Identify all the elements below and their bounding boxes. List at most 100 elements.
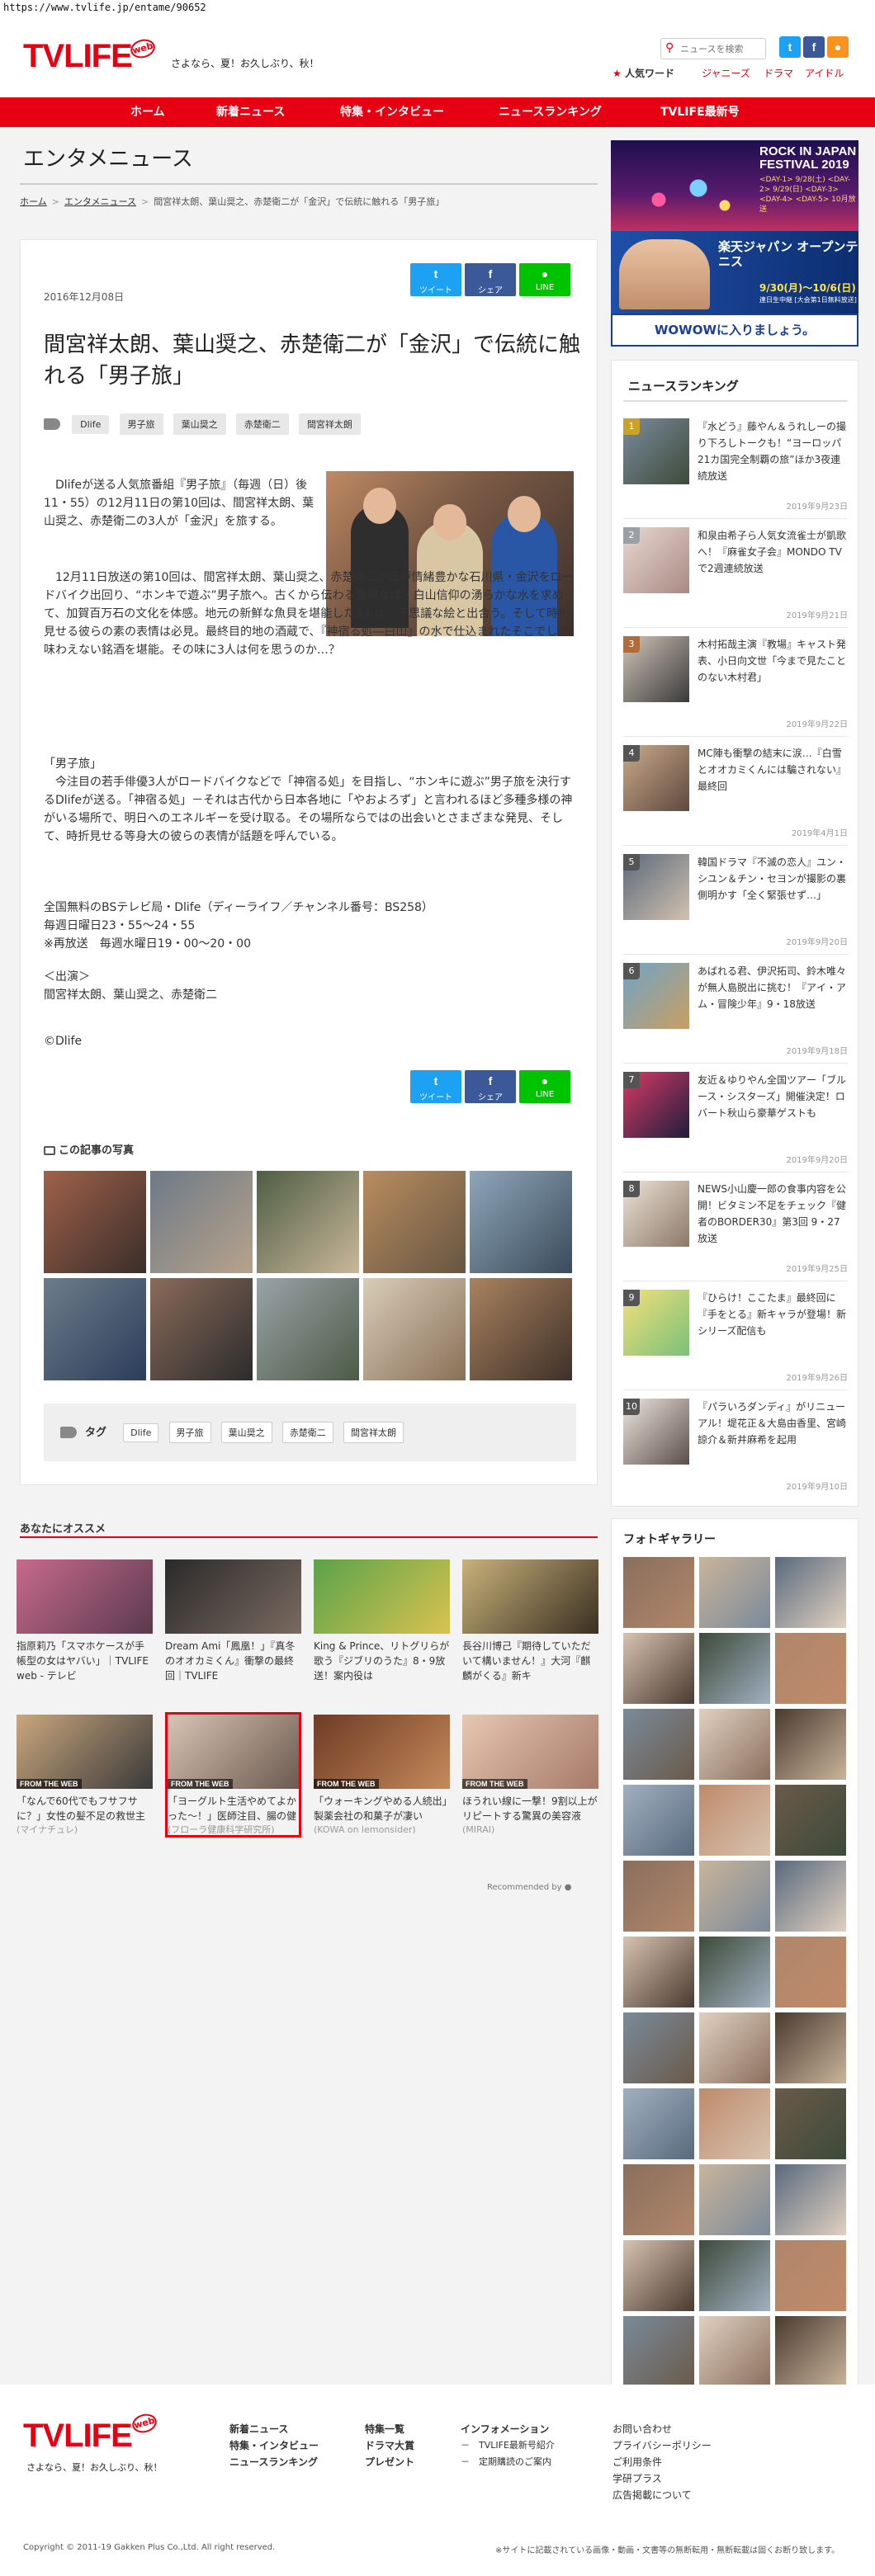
- photo-thumbnail[interactable]: [150, 1171, 253, 1273]
- breadcrumb-entame[interactable]: エンタメニュース: [64, 196, 136, 207]
- ranking-item[interactable]: 8 NEWS小山慶一郎の食事内容を公開！ビタミン不足をチェック『健者のBORDE…: [623, 1172, 848, 1281]
- gallery-photo[interactable]: [623, 1633, 694, 1704]
- gallery-photo[interactable]: [623, 1861, 694, 1932]
- gallery-photo[interactable]: [699, 2012, 770, 2083]
- gallery-photo[interactable]: [623, 1785, 694, 1856]
- facebook-share-button[interactable]: f シェア: [465, 1070, 516, 1103]
- tag-danshitabi[interactable]: 男子旅: [168, 1422, 211, 1443]
- recommendation-card[interactable]: 長谷川博己『期待していただいて構いません！』大河『麒麟がくる』新キ: [462, 1559, 598, 1683]
- nav-home[interactable]: ホーム: [130, 97, 165, 127]
- gallery-photo[interactable]: [699, 2316, 770, 2387]
- gallery-photo[interactable]: [775, 2012, 846, 2083]
- footer-link[interactable]: ニュースランキング: [229, 2454, 319, 2470]
- ranking-item[interactable]: 10 『パラいろダンディ』がリニューアル！堤花正＆大島由香里、宮崎諒介＆新井麻希…: [623, 1390, 848, 1499]
- recommended-by-label[interactable]: Recommended by ●: [487, 1883, 571, 1892]
- recommendation-card[interactable]: FROM THE WEB ほうれい線に一撃！9割以上がリピートする驚異の美容液 …: [462, 1715, 598, 1837]
- tag-hayama[interactable]: 葉山奨之: [220, 1422, 272, 1443]
- url-bar[interactable]: https://www.tvlife.jp/entame/90652: [0, 0, 875, 17]
- ranking-item[interactable]: 7 友近＆ゆりやん全国ツアー「ブルース・シスターズ」開催決定！ロバート秋山ら豪華…: [623, 1064, 848, 1172]
- footer-link[interactable]: お問い合わせ: [612, 2421, 712, 2437]
- tag-dlife[interactable]: Dlife: [123, 1423, 159, 1442]
- search-icon[interactable]: ⚲: [665, 41, 679, 54]
- gallery-photo[interactable]: [775, 1785, 846, 1856]
- gallery-photo[interactable]: [623, 2164, 694, 2235]
- line-share-button[interactable]: ● LINE: [519, 1070, 570, 1103]
- ranking-item[interactable]: 2 和泉由希子ら人気女流雀士が凱歌へ！『麻雀女子会』MONDO TVで2週連続放…: [623, 519, 848, 628]
- ranking-item[interactable]: 5 韓国ドラマ『不滅の恋人』ユン・シユン＆チン・セヨンが撮影の裏側明かす「全く緊…: [623, 846, 848, 955]
- gallery-photo[interactable]: [623, 2240, 694, 2311]
- ranking-item[interactable]: 3 木村拓哉主演『教場』キャスト発表、小日向文世「今まで見たことのない木村君」 …: [623, 628, 848, 737]
- ranking-item[interactable]: 4 MC陣も衝撃の結末に涙…『白雪とオオカミくんには騙されない』最終回 2019…: [623, 737, 848, 846]
- gallery-photo[interactable]: [699, 2088, 770, 2159]
- footer-link[interactable]: ご利用条件: [612, 2454, 712, 2470]
- gallery-photo[interactable]: [775, 1709, 846, 1780]
- footer-link[interactable]: － TVLIFE最新号紹介: [461, 2437, 555, 2454]
- gallery-photo[interactable]: [775, 1633, 846, 1704]
- recommendation-card[interactable]: FROM THE WEB 「ウォーキングやめる人続出」製薬会社の和菓子が凄い (…: [314, 1715, 450, 1837]
- gallery-photo[interactable]: [775, 1557, 846, 1628]
- gallery-photo[interactable]: [775, 2164, 846, 2235]
- popular-word-idol[interactable]: アイドル: [805, 66, 844, 80]
- photo-thumbnail[interactable]: [44, 1171, 146, 1273]
- footer-link[interactable]: 広告掲載について: [612, 2487, 712, 2503]
- popular-word-johnnys[interactable]: ジャニーズ: [702, 66, 750, 80]
- rss-icon[interactable]: ●: [827, 36, 849, 58]
- gallery-photo[interactable]: [699, 1633, 770, 1704]
- gallery-photo[interactable]: [623, 2088, 694, 2159]
- ranking-item[interactable]: 9 『ひらけ！ここたま』最終回に『手をとる』新キャラが登場！新シリーズ配信も 2…: [623, 1281, 848, 1390]
- twitter-icon[interactable]: t: [779, 36, 801, 58]
- tag-mamiya[interactable]: 間宮祥太朗: [343, 1422, 404, 1443]
- footer-link[interactable]: プレゼント: [365, 2454, 414, 2470]
- footer-link[interactable]: 特集一覧: [365, 2421, 414, 2437]
- photo-thumbnail[interactable]: [44, 1278, 146, 1380]
- gallery-photo[interactable]: [699, 2164, 770, 2235]
- recommendation-card[interactable]: Dream Ami「鳳凰！」『真冬のオオカミくん』衝撃の最終回｜TVLIFE: [165, 1559, 301, 1683]
- recommendation-card[interactable]: 指原莉乃「スマホケースが手帳型の女はヤバい」｜TVLIFE web - テレビ: [17, 1559, 153, 1683]
- gallery-photo[interactable]: [775, 2316, 846, 2387]
- nav-ranking[interactable]: ニュースランキング: [499, 97, 602, 127]
- tag-danshitabi[interactable]: 男子旅: [119, 413, 163, 435]
- ad-cta[interactable]: WOWOWに入りましょう。: [611, 314, 858, 347]
- photo-thumbnail[interactable]: [257, 1171, 359, 1273]
- nav-latest-issue[interactable]: TVLIFE最新号: [660, 97, 740, 127]
- photo-thumbnail[interactable]: [150, 1278, 253, 1380]
- tweet-button[interactable]: t ツイート: [410, 263, 461, 296]
- recommendation-card[interactable]: King & Prince、リトグリらが歌う『ジブリのうた』8・9放送！案内役は: [314, 1559, 450, 1683]
- gallery-photo[interactable]: [775, 2088, 846, 2159]
- ranking-item[interactable]: 1 『水どう』藤やん＆うれしーの撮り下ろしトークも！“ヨーロッパ21カ国完全制覇…: [623, 410, 848, 519]
- footer-link[interactable]: 特集・インタビュー: [229, 2437, 319, 2454]
- tweet-button[interactable]: t ツイート: [410, 1070, 461, 1103]
- tag-dlife[interactable]: Dlife: [72, 415, 110, 434]
- popular-word-drama[interactable]: ドラマ: [764, 66, 793, 80]
- photo-thumbnail[interactable]: [363, 1278, 466, 1380]
- line-share-button[interactable]: ● LINE: [519, 263, 570, 296]
- gallery-photo[interactable]: [699, 2240, 770, 2311]
- tag-mamiya[interactable]: 間宮祥太朗: [298, 413, 361, 435]
- tag-hayama[interactable]: 葉山奨之: [173, 413, 226, 435]
- site-logo[interactable]: TVLIFE: [23, 38, 133, 75]
- gallery-photo[interactable]: [623, 1937, 694, 2007]
- footer-link[interactable]: インフォメーション: [461, 2421, 555, 2437]
- gallery-photo[interactable]: [623, 1709, 694, 1780]
- search-input[interactable]: [680, 41, 763, 56]
- nav-features[interactable]: 特集・インタビュー: [340, 97, 444, 127]
- facebook-share-button[interactable]: f シェア: [465, 263, 516, 296]
- photo-thumbnail[interactable]: [257, 1278, 359, 1380]
- gallery-photo[interactable]: [775, 2240, 846, 2311]
- recommendation-card[interactable]: FROM THE WEB 「なんで60代でもフサフサに？」女性の髪不足の救世主が…: [17, 1715, 153, 1837]
- footer-link[interactable]: 学研プラス: [612, 2470, 712, 2487]
- photo-thumbnail[interactable]: [470, 1278, 572, 1380]
- photo-thumbnail[interactable]: [470, 1171, 572, 1273]
- gallery-photo[interactable]: [775, 1861, 846, 1932]
- gallery-photo[interactable]: [623, 1557, 694, 1628]
- gallery-photo[interactable]: [699, 1785, 770, 1856]
- wowow-ad-banner[interactable]: ROCK IN JAPAN FESTIVAL 2019 <DAY-1> 9/28…: [611, 140, 858, 347]
- gallery-photo[interactable]: [623, 2012, 694, 2083]
- recommendation-card[interactable]: FROM THE WEB 「ヨーグルト生活やめてよかった～！」医師注目、腸の健康…: [168, 1715, 299, 1837]
- footer-link[interactable]: － 定期購読のご案内: [461, 2454, 555, 2470]
- footer-link[interactable]: プライバシーポリシー: [612, 2437, 712, 2454]
- tag-akaso[interactable]: 赤楚衛二: [281, 1422, 333, 1443]
- footer-logo[interactable]: TVLIFE: [23, 2418, 133, 2455]
- photo-thumbnail[interactable]: [363, 1171, 466, 1273]
- gallery-photo[interactable]: [623, 2316, 694, 2387]
